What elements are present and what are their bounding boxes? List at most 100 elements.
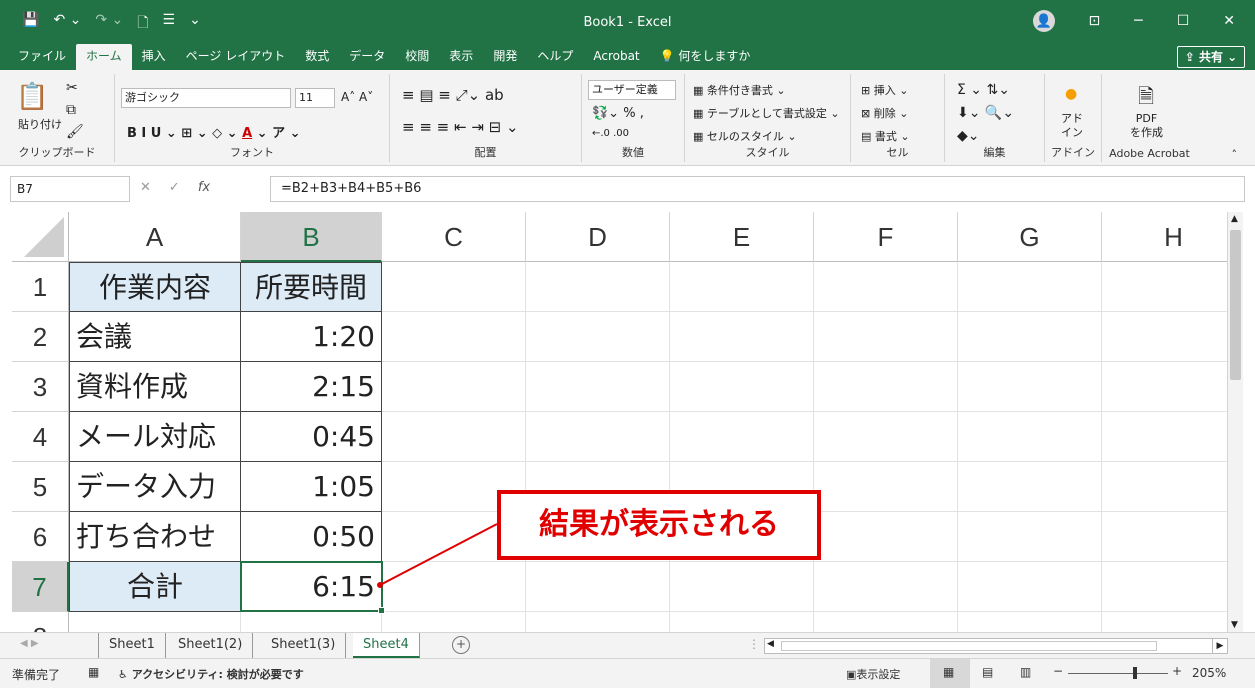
cell-h6[interactable] xyxy=(1102,512,1227,562)
cell-f5[interactable] xyxy=(814,462,958,512)
name-box[interactable]: B7 xyxy=(10,176,130,202)
pdf-icon[interactable]: 🗎 xyxy=(1138,82,1154,116)
cell-d3[interactable] xyxy=(526,362,670,412)
tell-me-search[interactable]: 💡 何をしますか xyxy=(650,44,761,70)
cell-b6[interactable]: 0:50 xyxy=(241,512,382,562)
cell-d2[interactable] xyxy=(526,312,670,362)
sheet-tab-3[interactable]: Sheet1(3) xyxy=(261,633,347,658)
cell-d7[interactable] xyxy=(526,562,670,612)
function-icon[interactable]: fx xyxy=(198,180,210,195)
col-header-b[interactable]: B xyxy=(241,212,382,262)
cell-a5[interactable]: データ入力 xyxy=(69,462,241,512)
tab-view[interactable]: 表示 xyxy=(439,44,483,70)
horizontal-align-icons[interactable]: ≡ ≡ ≡ ⇤ ⇥ ⊟ ⌄ xyxy=(402,118,519,136)
cell-e1[interactable] xyxy=(670,262,814,312)
scroll-down-icon[interactable]: ▼ xyxy=(1231,620,1238,630)
row-header-6[interactable]: 6 xyxy=(12,512,69,562)
zoom-slider-thumb[interactable] xyxy=(1133,667,1137,679)
cell-c4[interactable] xyxy=(382,412,526,462)
close-icon[interactable]: ✕ xyxy=(1223,13,1235,29)
cell-g6[interactable] xyxy=(958,512,1102,562)
cell-g4[interactable] xyxy=(958,412,1102,462)
cell-e4[interactable] xyxy=(670,412,814,462)
cut-icon[interactable]: ✂ xyxy=(66,80,78,96)
collapse-ribbon-icon[interactable]: ˄ xyxy=(1232,148,1238,161)
tab-developer[interactable]: 開発 xyxy=(483,44,527,70)
vertical-scroll-thumb[interactable] xyxy=(1230,230,1241,380)
sheet-tab-1[interactable]: Sheet1 xyxy=(98,633,166,658)
cell-a2[interactable]: 会議 xyxy=(69,312,241,362)
tab-home[interactable]: ホーム xyxy=(76,44,132,70)
tab-review[interactable]: 校閲 xyxy=(395,44,439,70)
sheet-tab-4[interactable]: Sheet4 xyxy=(353,633,420,658)
format-painter-icon[interactable]: 🖌 xyxy=(66,124,84,140)
cell-f7[interactable] xyxy=(814,562,958,612)
cell-b1[interactable]: 所要時間 xyxy=(241,262,382,312)
cell-h3[interactable] xyxy=(1102,362,1227,412)
tab-help[interactable]: ヘルプ xyxy=(527,44,583,70)
decimal-icons[interactable]: ←.0 .00 xyxy=(592,128,629,139)
horizontal-scrollbar[interactable]: ◀ xyxy=(764,638,1228,654)
row-header-3[interactable]: 3 xyxy=(12,362,69,412)
zoom-level[interactable]: 205% xyxy=(1192,666,1226,680)
cell-d4[interactable] xyxy=(526,412,670,462)
cell-g8[interactable] xyxy=(958,612,1102,632)
cell-h1[interactable] xyxy=(1102,262,1227,312)
scroll-right-icon[interactable]: ▶ xyxy=(1212,638,1228,654)
cell-g5[interactable] xyxy=(958,462,1102,512)
tab-page-layout[interactable]: ページ レイアウト xyxy=(176,44,296,70)
cell-styles-button[interactable]: ▦ セルのスタイル ⌄ xyxy=(693,128,797,144)
cell-f6[interactable] xyxy=(814,512,958,562)
cell-b3[interactable]: 2:15 xyxy=(241,362,382,412)
create-pdf-label[interactable]: PDF を作成 xyxy=(1130,112,1163,140)
col-header-a[interactable]: A xyxy=(69,212,241,262)
conditional-format-button[interactable]: ▦ 条件付き書式 ⌄ xyxy=(693,82,786,98)
col-header-e[interactable]: E xyxy=(670,212,814,262)
insert-cells-button[interactable]: ⊞ 挿入 ⌄ xyxy=(861,82,908,98)
cell-a3[interactable]: 資料作成 xyxy=(69,362,241,412)
col-header-h[interactable]: H xyxy=(1102,212,1227,262)
accessibility-status[interactable]: ♿ アクセシビリティ: 検討が必要です xyxy=(118,666,304,682)
format-as-table-button[interactable]: ▦ テーブルとして書式設定 ⌄ xyxy=(693,105,840,121)
cell-e8[interactable] xyxy=(670,612,814,632)
cell-f1[interactable] xyxy=(814,262,958,312)
scroll-up-icon[interactable]: ▲ xyxy=(1231,214,1238,224)
worksheet-grid[interactable]: A B C D E F G H 1 2 3 4 5 6 7 8 作業内容所要時間… xyxy=(12,212,1227,632)
addin-label[interactable]: アド イン xyxy=(1061,112,1083,140)
tab-file[interactable]: ファイル xyxy=(8,44,76,70)
cell-b8[interactable] xyxy=(241,612,382,632)
cell-c1[interactable] xyxy=(382,262,526,312)
cancel-icon[interactable]: ✕ xyxy=(140,180,151,195)
cell-b5[interactable]: 1:05 xyxy=(241,462,382,512)
cell-h7[interactable] xyxy=(1102,562,1227,612)
fill-handle[interactable] xyxy=(378,607,385,614)
cell-e2[interactable] xyxy=(670,312,814,362)
cell-f2[interactable] xyxy=(814,312,958,362)
paste-icon[interactable]: 📋 xyxy=(16,82,48,112)
cell-c3[interactable] xyxy=(382,362,526,412)
cell-h2[interactable] xyxy=(1102,312,1227,362)
scroll-left-icon[interactable]: ◀ xyxy=(767,639,774,649)
normal-view-icon[interactable]: ▦ xyxy=(930,659,970,688)
cell-a8[interactable] xyxy=(69,612,241,632)
row-header-1[interactable]: 1 xyxy=(12,262,69,312)
row-header-2[interactable]: 2 xyxy=(12,312,69,362)
tab-formulas[interactable]: 数式 xyxy=(295,44,339,70)
number-format-box[interactable]: ユーザー定義 xyxy=(588,80,676,100)
macro-record-icon[interactable]: ▦ xyxy=(88,665,99,679)
sheet-tab-2[interactable]: Sheet1(2) xyxy=(168,633,254,658)
paste-label[interactable]: 貼り付け xyxy=(18,116,62,132)
cell-a6[interactable]: 打ち合わせ xyxy=(69,512,241,562)
row-header-7[interactable]: 7 xyxy=(12,562,69,612)
col-header-c[interactable]: C xyxy=(382,212,526,262)
cell-h4[interactable] xyxy=(1102,412,1227,462)
font-size-box[interactable]: 11 xyxy=(295,88,335,108)
tab-insert[interactable]: 挿入 xyxy=(132,44,176,70)
page-layout-view-icon[interactable]: ▤ xyxy=(982,665,993,679)
col-header-f[interactable]: F xyxy=(814,212,958,262)
cell-e7[interactable] xyxy=(670,562,814,612)
ribbon-display-icon[interactable]: ⊡ xyxy=(1089,13,1101,29)
account-avatar-icon[interactable]: 👤 xyxy=(1032,10,1055,32)
tab-acrobat[interactable]: Acrobat xyxy=(583,44,649,70)
cell-g3[interactable] xyxy=(958,362,1102,412)
